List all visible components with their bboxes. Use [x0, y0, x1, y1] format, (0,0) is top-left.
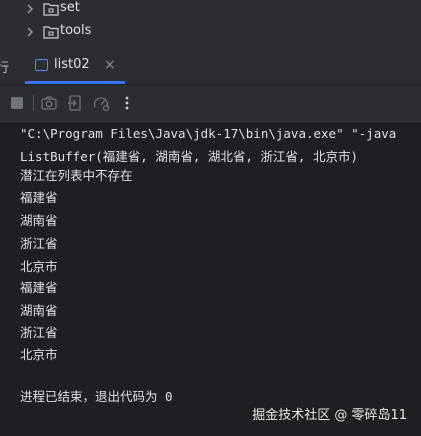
tab-label: list02	[54, 57, 90, 72]
tool-window-title: 行	[0, 61, 10, 76]
console-line: 浙江省	[20, 325, 58, 340]
console-line: 进程已结束，退出代码为 0	[20, 389, 173, 404]
run-config-icon	[35, 59, 48, 71]
toolbar-divider	[33, 95, 34, 111]
console-line: 浙江省	[20, 236, 58, 251]
console-line: "C:\Program Files\Java\jdk-17\bin\java.e…	[20, 126, 397, 141]
console-line: 湖南省	[20, 213, 58, 228]
stop-icon[interactable]	[8, 94, 26, 112]
console-output[interactable]: "C:\Program Files\Java\jdk-17\bin\java.e…	[0, 122, 421, 436]
active-tab-indicator	[25, 81, 125, 84]
console-line: 福建省	[20, 280, 58, 295]
project-tree: set tools	[0, 0, 421, 48]
folder-icon	[43, 26, 59, 39]
tree-item-tools[interactable]: tools	[0, 20, 421, 44]
console-line: 福建省	[20, 190, 58, 205]
tree-item-label: tools	[60, 23, 92, 38]
camera-icon[interactable]	[40, 94, 58, 112]
more-options-icon[interactable]	[118, 94, 136, 112]
console-line: 潜江在列表中不存在	[20, 168, 133, 183]
console-line: 北京市	[20, 259, 58, 274]
chevron-right-icon[interactable]	[25, 27, 35, 37]
exit-icon[interactable]	[66, 94, 84, 112]
tree-item-set[interactable]: set	[0, 0, 421, 21]
close-icon[interactable]: ×	[104, 57, 116, 73]
tree-item-label: set	[60, 0, 80, 15]
folder-icon	[43, 3, 59, 16]
run-tab-bar: 行 list02 ×	[0, 48, 421, 85]
chevron-right-icon[interactable]	[25, 4, 35, 14]
profiler-icon[interactable]	[92, 94, 110, 112]
tab-list02[interactable]: list02 ×	[25, 48, 125, 84]
run-toolbar	[0, 85, 421, 122]
watermark: 掘金技术社区 @ 零碎岛11	[252, 408, 407, 423]
console-line: 湖南省	[20, 303, 58, 318]
console-line: 北京市	[20, 347, 58, 362]
console-line: ListBuffer(福建省, 湖南省, 湖北省, 浙江省, 北京市)	[20, 149, 359, 164]
